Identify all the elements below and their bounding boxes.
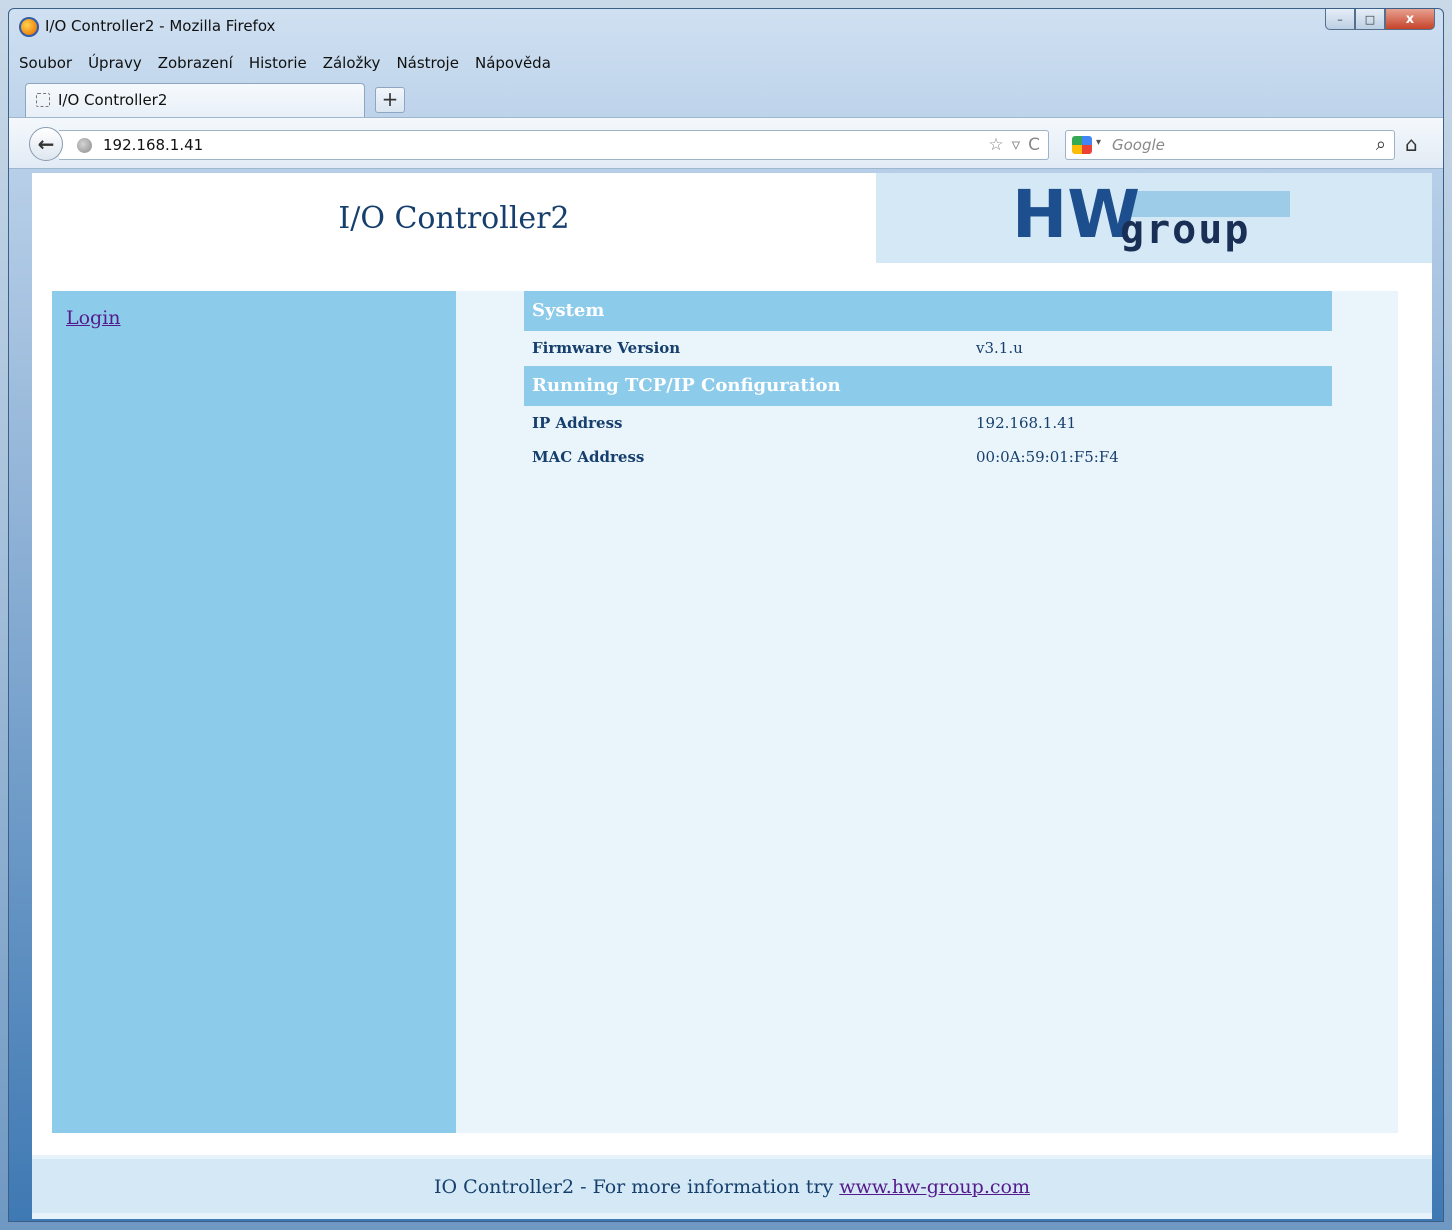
title-bar[interactable]: I/O Controller2 - Mozilla Firefox – □ x (9, 9, 1443, 47)
footer-link[interactable]: www.hw-group.com (839, 1176, 1030, 1198)
menu-nastroje[interactable]: Nástroje (396, 54, 459, 72)
mac-address-value: 00:0A:59:01:F5:F4 (976, 448, 1119, 466)
section-tcpip-header: Running TCP/IP Configuration (524, 366, 1332, 406)
history-dropdown-icon[interactable]: ▿ (1012, 135, 1021, 155)
menu-historie[interactable]: Historie (249, 54, 307, 72)
section-system-header: System (524, 291, 1332, 331)
page-footer: IO Controller2 - For more information tr… (32, 1159, 1432, 1213)
footer-text: IO Controller2 - For more information tr… (434, 1176, 840, 1198)
browser-window: I/O Controller2 - Mozilla Firefox – □ x … (8, 8, 1444, 1222)
url-text[interactable]: 192.168.1.41 (103, 136, 203, 154)
back-button[interactable]: ← (29, 127, 63, 161)
maximize-button[interactable]: □ (1355, 9, 1385, 30)
home-icon[interactable]: ⌂ (1405, 132, 1418, 156)
logo-group-text: group (1120, 207, 1251, 253)
url-bar[interactable]: 192.168.1.41 ☆ ▿ C (59, 130, 1049, 160)
sidebar: Login (52, 291, 456, 1133)
menu-napoveda[interactable]: Nápověda (475, 54, 551, 72)
window-controls: – □ x (1325, 9, 1435, 31)
ip-address-label: IP Address (532, 414, 623, 432)
search-bar[interactable]: ▾ Google ⌕ (1065, 130, 1395, 160)
menu-upravy[interactable]: Úpravy (88, 54, 142, 72)
google-icon[interactable] (1072, 136, 1092, 154)
ip-address-value: 192.168.1.41 (976, 414, 1077, 432)
page-header: I/O Controller2 HW group (32, 173, 1432, 265)
window-title: I/O Controller2 - Mozilla Firefox (45, 17, 276, 35)
firmware-version-value: v3.1.u (976, 339, 1023, 357)
blank-page-icon (36, 93, 50, 107)
tab-label: I/O Controller2 (58, 91, 168, 109)
engine-dropdown-icon[interactable]: ▾ (1096, 137, 1101, 148)
menu-soubor[interactable]: Soubor (19, 54, 72, 72)
login-link[interactable]: Login (66, 307, 121, 329)
close-button[interactable]: x (1385, 9, 1435, 30)
navigation-toolbar: 192.168.1.41 ☆ ▿ C ← ▾ Google ⌕ ⌂ (9, 117, 1443, 169)
firefox-icon (19, 17, 39, 37)
menu-zobrazeni[interactable]: Zobrazení (158, 54, 233, 72)
menu-bar: Soubor Úpravy Zobrazení Historie Záložky… (19, 51, 567, 75)
url-bar-icons: ☆ ▿ C (988, 135, 1040, 155)
main-content: System Firmware Version v3.1.u Running T… (456, 291, 1398, 1133)
tab-strip: I/O Controller2 + (25, 79, 1325, 117)
firmware-version-label: Firmware Version (532, 339, 681, 357)
page-viewport: I/O Controller2 HW group Login System Fi… (32, 173, 1432, 1219)
hwgroup-logo: HW group (876, 173, 1432, 263)
tab-io-controller2[interactable]: I/O Controller2 (25, 83, 365, 117)
back-arrow-icon: ← (37, 132, 55, 156)
search-icon[interactable]: ⌕ (1376, 134, 1386, 155)
reload-icon[interactable]: C (1028, 135, 1040, 155)
globe-icon (77, 138, 92, 153)
search-input[interactable]: Google (1112, 136, 1165, 154)
mac-address-label: MAC Address (532, 448, 645, 466)
bookmark-star-icon[interactable]: ☆ (988, 135, 1003, 155)
menu-zalozky[interactable]: Záložky (323, 54, 381, 72)
page-title: I/O Controller2 (338, 201, 570, 236)
page-body: Login System Firmware Version v3.1.u Run… (32, 265, 1432, 1155)
minimize-button[interactable]: – (1325, 9, 1355, 30)
new-tab-button[interactable]: + (375, 87, 405, 113)
